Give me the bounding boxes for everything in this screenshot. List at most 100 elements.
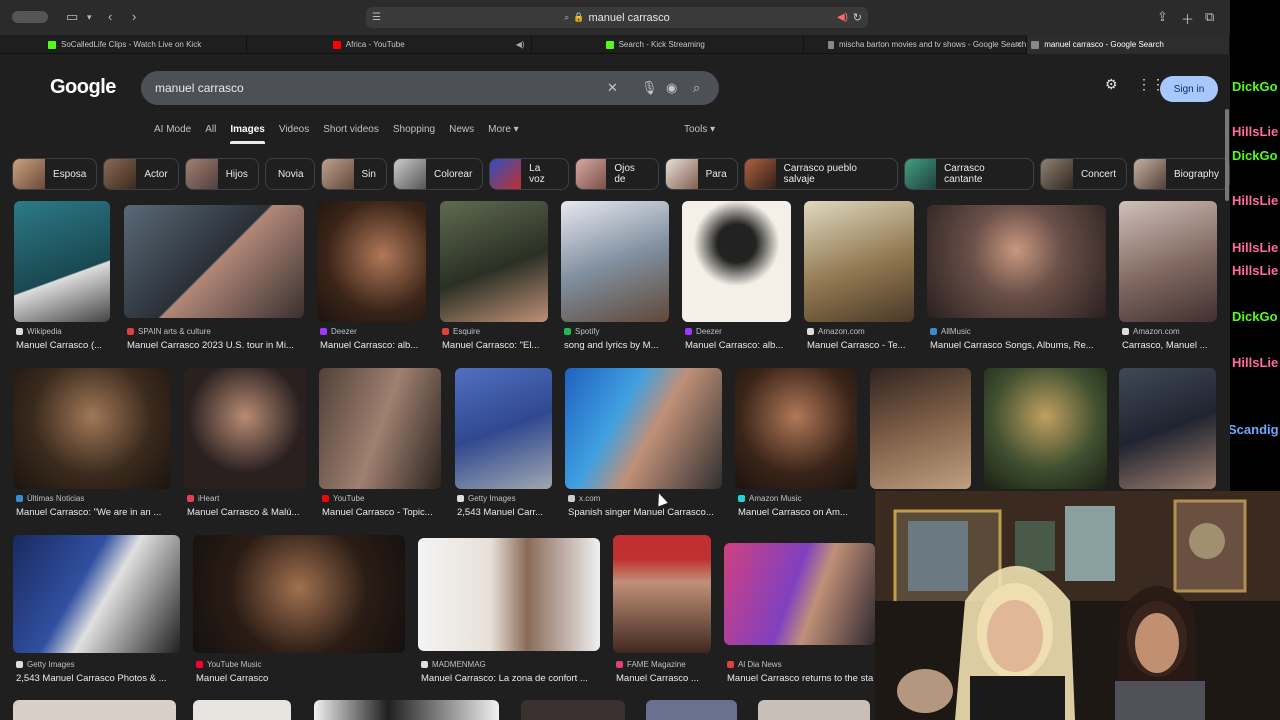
result-image[interactable]: [440, 201, 548, 322]
sidebar-icon[interactable]: ▭: [66, 9, 78, 25]
chevron-down-icon[interactable]: ▾: [87, 12, 92, 23]
result-image[interactable]: [613, 535, 711, 653]
close-icon[interactable]: ✕: [1015, 40, 1022, 49]
new-tab-icon[interactable]: ＋: [1181, 9, 1194, 28]
result-caption[interactable]: Manuel Carrasco on Am...: [738, 507, 863, 518]
result-image[interactable]: [418, 538, 600, 651]
tab-kick-search[interactable]: Search - Kick Streaming: [532, 35, 805, 54]
lens-icon[interactable]: ◉: [666, 80, 677, 96]
result-image[interactable]: [314, 700, 499, 720]
chip-biography[interactable]: Biography: [1132, 158, 1230, 190]
share-icon[interactable]: ⇪: [1157, 9, 1168, 25]
chip-para[interactable]: Para: [664, 158, 738, 190]
tab-more[interactable]: More ▾: [488, 124, 519, 144]
result-caption[interactable]: Manuel Carrasco - Topic...: [322, 507, 447, 518]
chip-concert[interactable]: Concert: [1039, 158, 1127, 190]
result-caption[interactable]: Manuel Carrasco: La zona de confort ...: [421, 673, 606, 684]
page-settings-icon[interactable]: ☰: [372, 12, 381, 23]
result-image[interactable]: [184, 368, 306, 489]
result-caption[interactable]: Manuel Carrasco: alb...: [685, 340, 795, 351]
result-caption[interactable]: Manuel Carrasco 2023 U.S. tour in Mi...: [127, 340, 307, 351]
result-image[interactable]: [735, 368, 857, 489]
audio-playing-icon[interactable]: ◀): [837, 12, 848, 23]
result-caption[interactable]: Manuel Carrasco & Malú...: [187, 507, 312, 518]
result-caption[interactable]: Manuel Carrasco: "El...: [442, 340, 552, 351]
result-image[interactable]: [565, 368, 722, 489]
back-icon[interactable]: ‹: [108, 9, 112, 24]
chip-novia[interactable]: Novia: [264, 158, 315, 190]
result-image[interactable]: [646, 700, 737, 720]
result-caption[interactable]: Manuel Carrasco ...: [616, 673, 716, 684]
result-caption[interactable]: Manuel Carrasco (...: [16, 340, 116, 351]
result-image[interactable]: [13, 368, 171, 489]
tab-short-videos[interactable]: Short videos: [323, 124, 379, 144]
result-image[interactable]: [1119, 201, 1217, 322]
result-image[interactable]: [984, 368, 1107, 489]
forward-icon[interactable]: ›: [132, 9, 136, 24]
chip-sin[interactable]: Sin: [320, 158, 387, 190]
result-caption[interactable]: Manuel Carrasco: "We are in an ...: [16, 507, 176, 518]
search-input[interactable]: [155, 81, 585, 95]
result-image[interactable]: [758, 700, 870, 720]
result-image[interactable]: [193, 535, 405, 653]
page-scrollbar[interactable]: [1225, 109, 1229, 201]
tab-ai-mode[interactable]: AI Mode: [154, 124, 191, 144]
tab-images[interactable]: Images: [230, 124, 266, 144]
result-caption[interactable]: 2,543 Manuel Carrasco Photos & ...: [16, 673, 186, 684]
chip-actor[interactable]: Actor: [103, 158, 179, 190]
result-image[interactable]: [13, 535, 180, 653]
tab-news[interactable]: News: [449, 124, 474, 144]
tab-google-manuel[interactable]: manuel carrasco - Google Search: [1027, 35, 1230, 54]
sign-in-button[interactable]: Sign in: [1160, 76, 1218, 102]
tab-videos[interactable]: Videos: [279, 124, 309, 144]
result-caption[interactable]: Manuel Carrasco: [196, 673, 406, 684]
result-caption[interactable]: Manuel Carrasco returns to the sta: [727, 673, 877, 684]
settings-icon[interactable]: ⚙: [1105, 76, 1118, 93]
search-box[interactable]: ✕ 🎙 ◉ ⌕: [141, 71, 719, 105]
google-logo[interactable]: Google: [50, 76, 116, 99]
result-caption[interactable]: Manuel Carrasco - Te...: [807, 340, 917, 351]
chip-la-voz[interactable]: La voz: [489, 158, 569, 190]
microphone-icon[interactable]: 🎙: [641, 80, 658, 96]
result-image[interactable]: [319, 368, 441, 489]
search-icon[interactable]: ⌕: [693, 80, 700, 96]
result-image[interactable]: [561, 201, 669, 322]
result-image[interactable]: [927, 205, 1106, 318]
chip-hijos[interactable]: Hijos: [184, 158, 259, 190]
tab-shopping[interactable]: Shopping: [393, 124, 435, 144]
chip-cantante[interactable]: Carrasco cantante: [904, 158, 1034, 190]
tab-kick-clips[interactable]: SoCalledLife Clips - Watch Live on Kick: [0, 35, 247, 54]
tab-overview-icon[interactable]: ⧉: [1205, 9, 1214, 25]
result-image[interactable]: [455, 368, 552, 489]
result-image[interactable]: [317, 201, 426, 322]
result-image[interactable]: [14, 201, 110, 322]
tab-youtube[interactable]: Africa - YouTube ◀): [247, 35, 532, 54]
result-image[interactable]: [804, 201, 914, 322]
result-caption[interactable]: Carrasco, Manuel ...: [1122, 340, 1222, 351]
chip-esposa[interactable]: Esposa: [12, 158, 98, 190]
result-image[interactable]: [1119, 368, 1216, 489]
reload-icon[interactable]: ↻: [853, 11, 862, 24]
result-image[interactable]: [124, 205, 304, 318]
result-image[interactable]: [521, 700, 625, 720]
clear-icon[interactable]: ✕: [607, 80, 618, 96]
chip-ojos-de[interactable]: Ojos de: [574, 158, 659, 190]
tools-button[interactable]: Tools ▾: [684, 124, 715, 135]
result-caption[interactable]: Spanish singer Manuel Carrasco...: [568, 507, 728, 518]
result-caption[interactable]: Manuel Carrasco Songs, Albums, Re...: [930, 340, 1110, 351]
result-caption[interactable]: Manuel Carrasco: alb...: [320, 340, 430, 351]
speaker-icon[interactable]: ◀): [516, 40, 525, 49]
chip-pueblo-salvaje[interactable]: Carrasco pueblo salvaje: [743, 158, 899, 190]
tab-google-mischa[interactable]: mischa barton movies and tv shows - Goog…: [804, 35, 1028, 54]
chip-colorear[interactable]: Colorear: [392, 158, 484, 190]
result-image[interactable]: [193, 700, 291, 720]
result-image[interactable]: [724, 543, 875, 645]
result-caption[interactable]: 2,543 Manuel Carr...: [457, 507, 557, 518]
result-image[interactable]: [13, 700, 176, 720]
result-image[interactable]: [682, 201, 791, 322]
window-controls[interactable]: [12, 11, 48, 23]
result-image[interactable]: [870, 368, 971, 489]
address-bar[interactable]: ☰ ⌕ 🔒 manuel carrasco ◀) ↻: [366, 7, 868, 28]
result-caption[interactable]: song and lyrics by M...: [564, 340, 674, 351]
tab-all[interactable]: All: [205, 124, 216, 144]
